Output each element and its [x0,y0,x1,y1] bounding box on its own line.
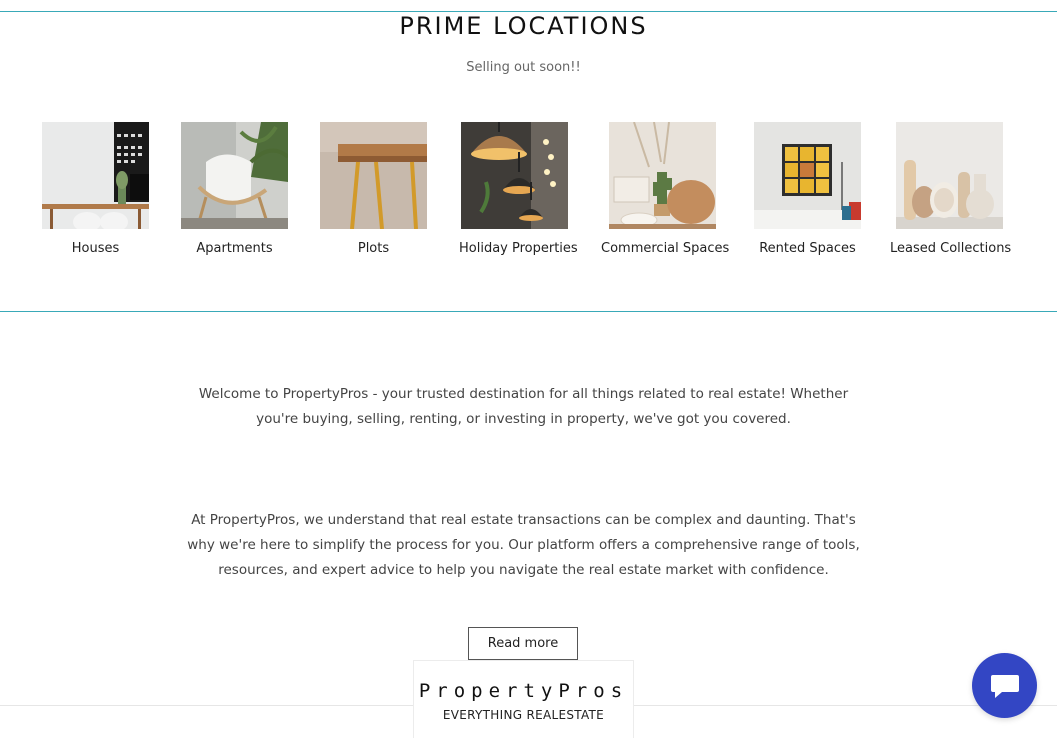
category-commercial-spaces[interactable]: Commercial Spaces [601,122,729,256]
category-leased-collections[interactable]: Leased Collections [890,122,1011,256]
category-label[interactable]: Holiday Properties [459,241,578,256]
holiday-properties-photo[interactable] [460,122,568,229]
section-divider [0,311,1057,312]
category-plots[interactable]: Plots [320,122,427,256]
brand-name[interactable]: PropertyPros [414,680,633,702]
about-paragraph: At PropertyPros, we understand that real… [187,512,860,578]
section-title: PRIME LOCATIONS [399,12,648,40]
chat-button[interactable] [972,653,1037,718]
category-label[interactable]: Leased Collections [890,241,1011,256]
intro-paragraph: Welcome to PropertyPros - your trusted d… [198,386,849,427]
category-label[interactable]: Apartments [181,241,288,256]
commercial-spaces-photo[interactable] [608,122,716,229]
read-more-button[interactable]: Read more [468,627,578,660]
category-holiday-properties[interactable]: Holiday Properties [459,122,578,256]
category-apartments[interactable]: Apartments [181,122,288,256]
category-label[interactable]: Plots [320,241,427,256]
leased-collections-photo[interactable] [896,122,1003,229]
category-label[interactable]: Commercial Spaces [601,241,729,256]
brand-tagline: EVERYTHING REALESTATE [442,708,605,722]
page: PRIME LOCATIONS Selling out soon!! House… [0,0,1057,738]
apartments-photo[interactable] [181,122,288,229]
chat-bubble-icon [990,674,1019,698]
section-subtitle: Selling out soon!! [466,60,581,75]
category-houses[interactable]: Houses [42,122,149,256]
category-label[interactable]: Rented Spaces [754,241,861,256]
houses-photo[interactable] [42,122,149,229]
category-label[interactable]: Houses [42,241,149,256]
footer-brand[interactable]: PropertyPros EVERYTHING REALESTATE [413,660,634,738]
plots-photo[interactable] [320,122,427,229]
category-rented-spaces[interactable]: Rented Spaces [754,122,861,256]
category-list: Houses Apartments Plots Holiday Properti… [0,122,1057,272]
rented-spaces-photo[interactable] [754,122,861,229]
